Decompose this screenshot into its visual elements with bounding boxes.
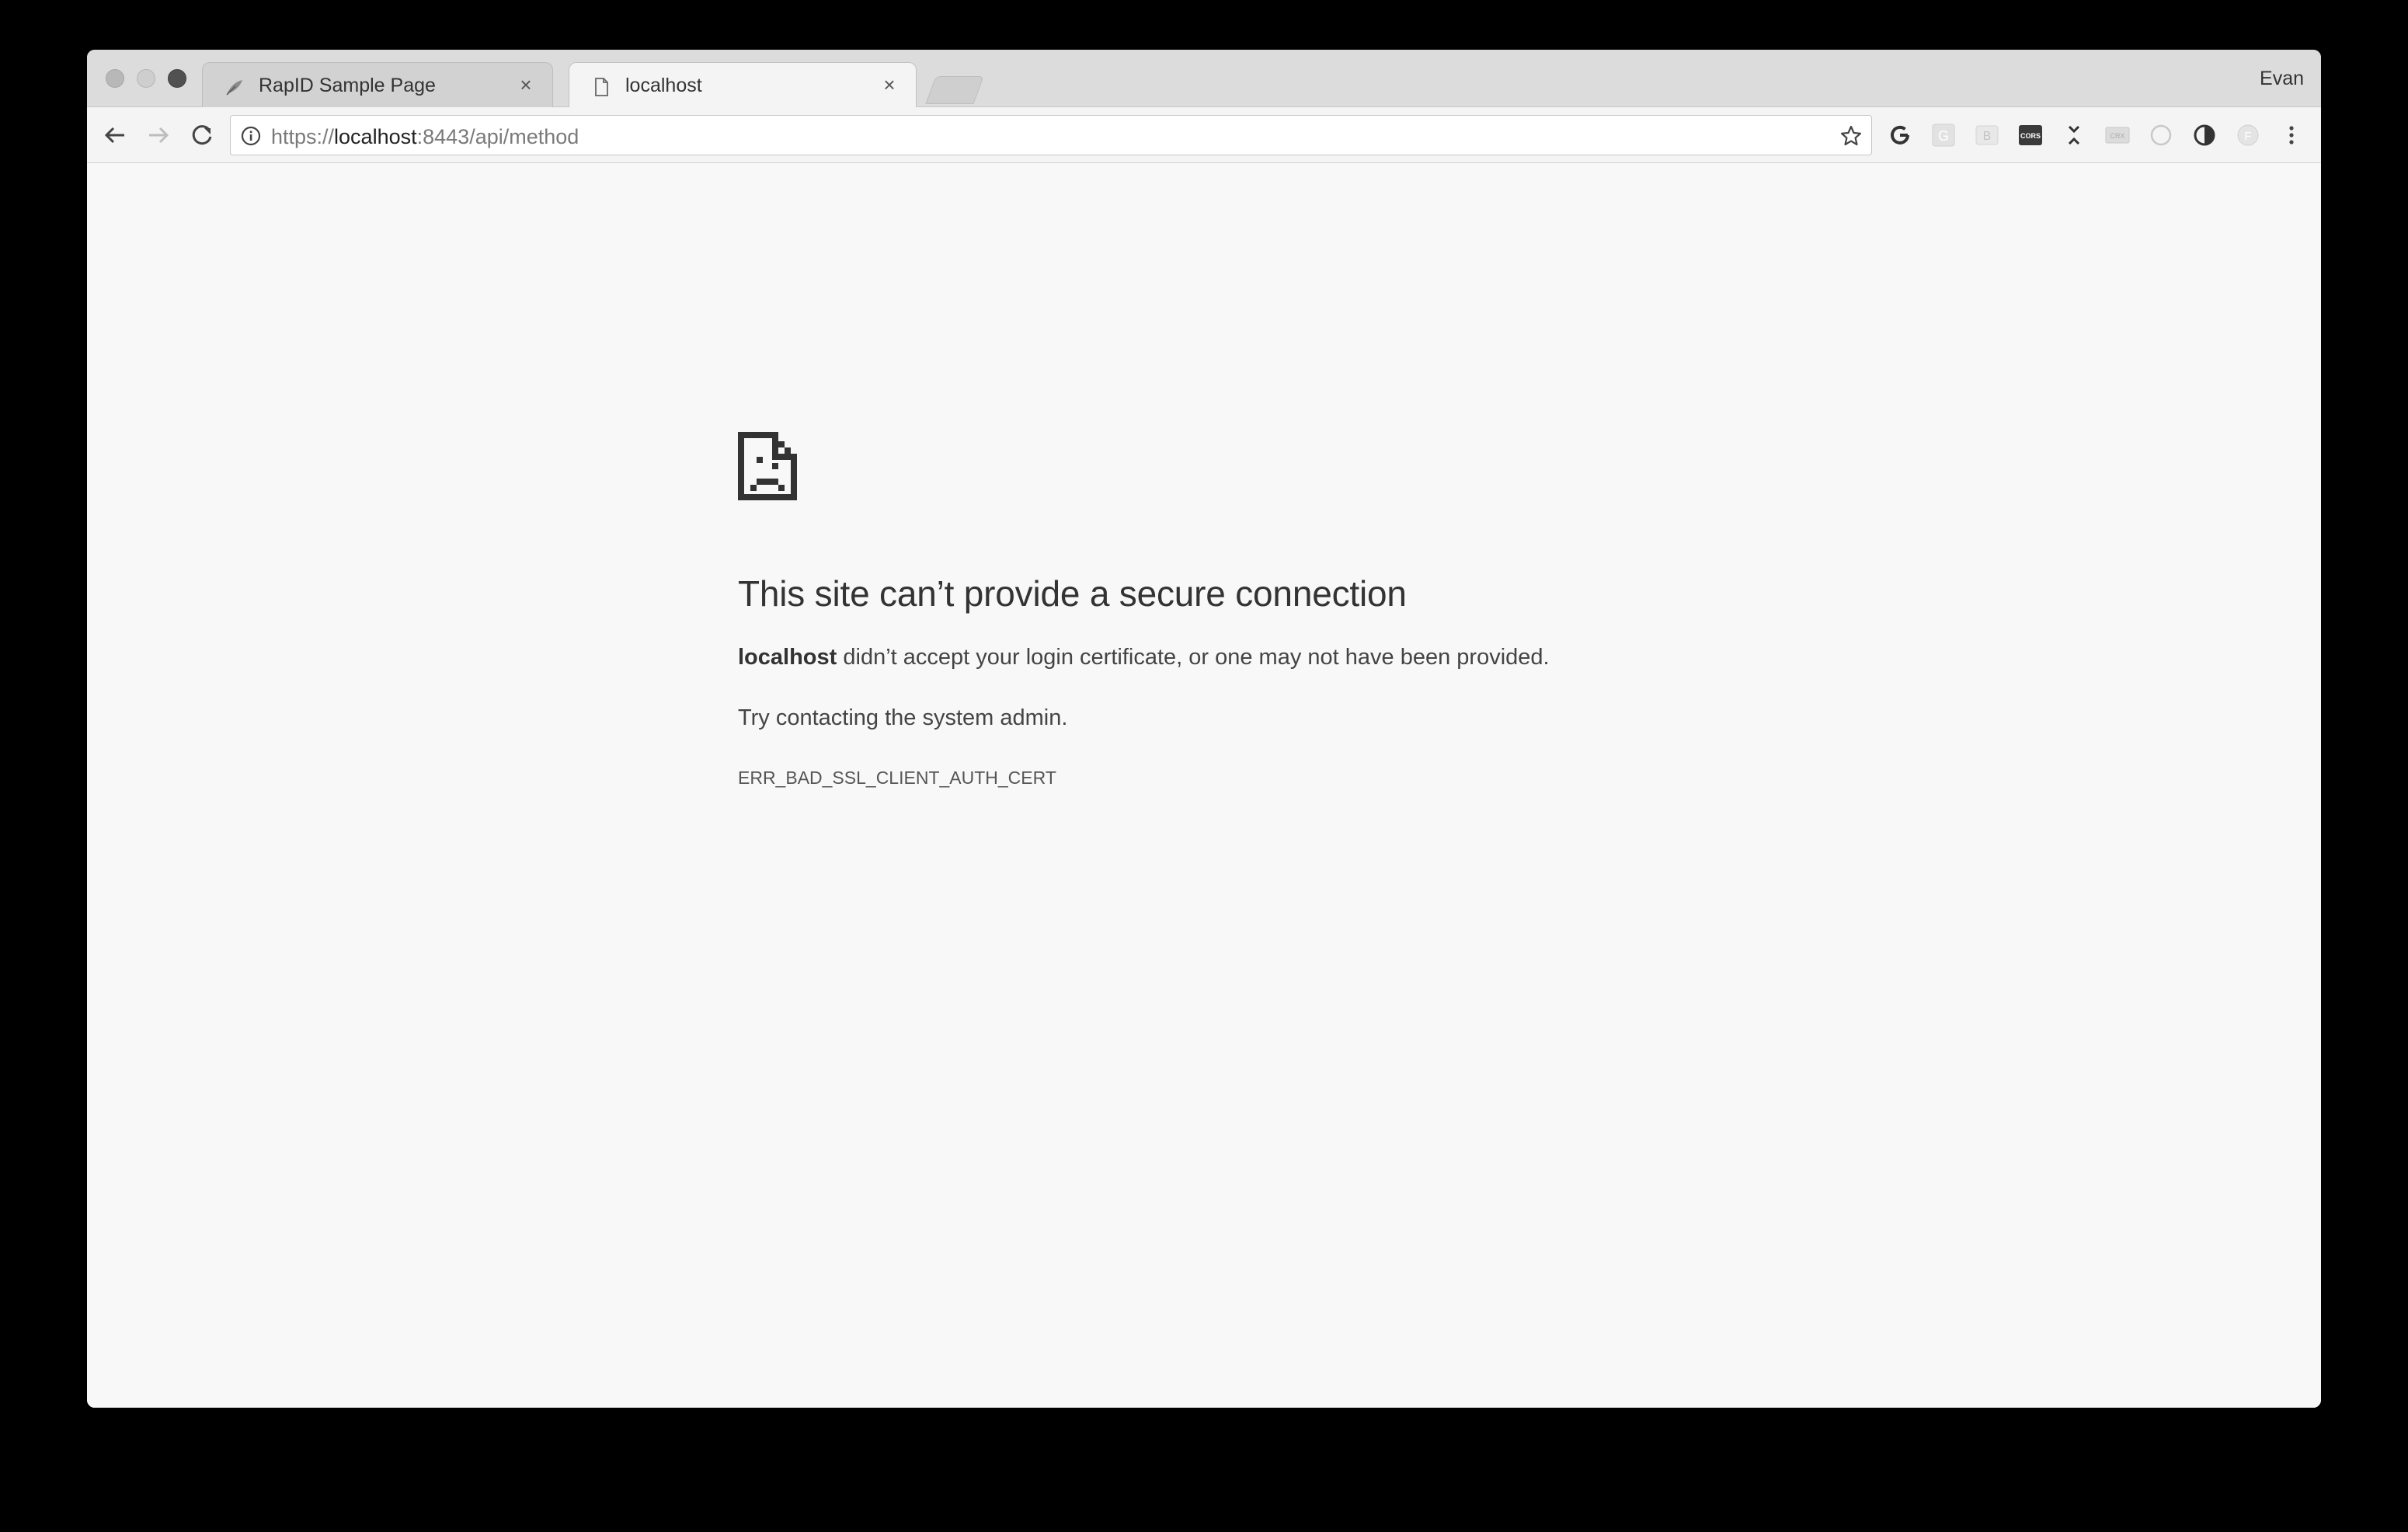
browser-window: RapID Sample Page × localhost × Evan htt…: [87, 50, 2321, 1408]
url-path: :8443/api/method: [416, 125, 579, 148]
error-page: This site can’t provide a secure connect…: [87, 163, 2321, 1408]
error-description-text: didn’t accept your login certificate, or…: [837, 645, 1550, 670]
google-extension-icon[interactable]: [1888, 123, 1912, 148]
tab-close-icon[interactable]: ×: [879, 74, 900, 96]
url-text[interactable]: https://localhost:8443/api/method: [271, 125, 579, 149]
bookmark-star-icon[interactable]: [1839, 124, 1863, 148]
cors-extension-icon[interactable]: CORS: [2018, 123, 2043, 148]
error-description: localhost didn’t accept your login certi…: [738, 645, 1550, 670]
toolbar: https://localhost:8443/api/method G B CO…: [87, 107, 2321, 163]
svg-text:CRX: CRX: [2110, 132, 2124, 140]
g-extension-icon[interactable]: G: [1931, 123, 1956, 148]
info-icon[interactable]: [240, 125, 262, 147]
window-minimize-button[interactable]: [137, 69, 155, 88]
f-extension-icon[interactable]: F: [2236, 123, 2260, 148]
error-title: This site can’t provide a secure connect…: [738, 573, 1407, 614]
tab-close-icon[interactable]: ×: [515, 74, 537, 96]
new-tab-button[interactable]: [925, 76, 984, 104]
circle-extension-icon[interactable]: [2149, 123, 2173, 148]
tab-strip: RapID Sample Page × localhost × Evan: [87, 50, 2321, 109]
b-extension-icon[interactable]: B: [1975, 123, 1999, 148]
window-zoom-button[interactable]: [168, 69, 186, 88]
error-code: ERR_BAD_SSL_CLIENT_AUTH_CERT: [738, 768, 1056, 788]
error-suggestion: Try contacting the system admin.: [738, 705, 1068, 730]
back-arrow-icon[interactable]: [98, 118, 132, 152]
tab-title: localhost: [625, 75, 702, 96]
error-host: localhost: [738, 645, 837, 670]
tab-title: RapID Sample Page: [259, 75, 436, 96]
url-scheme: https://: [271, 125, 335, 148]
feather-icon: [224, 77, 245, 97]
url-host: localhost: [334, 125, 417, 148]
crx-extension-icon[interactable]: CRX: [2105, 123, 2130, 148]
address-bar[interactable]: https://localhost:8443/api/method: [230, 115, 1872, 155]
tab-rapid-sample-page[interactable]: RapID Sample Page ×: [202, 62, 553, 107]
tab-localhost[interactable]: localhost ×: [569, 62, 917, 109]
window-close-button[interactable]: [106, 69, 124, 88]
menu-kebab-icon[interactable]: [2279, 123, 2304, 148]
forward-arrow-icon[interactable]: [141, 118, 176, 152]
profile-name[interactable]: Evan: [2260, 68, 2304, 90]
svg-text:G: G: [1938, 128, 1949, 144]
document-icon: [591, 77, 611, 97]
collapse-extension-icon[interactable]: [2062, 123, 2086, 148]
svg-text:CORS: CORS: [2020, 132, 2041, 140]
contrast-extension-icon[interactable]: [2192, 123, 2217, 148]
sad-document-icon: [738, 432, 797, 500]
reload-icon[interactable]: [185, 118, 219, 152]
svg-text:F: F: [2244, 130, 2251, 143]
svg-text:B: B: [1983, 130, 1992, 143]
